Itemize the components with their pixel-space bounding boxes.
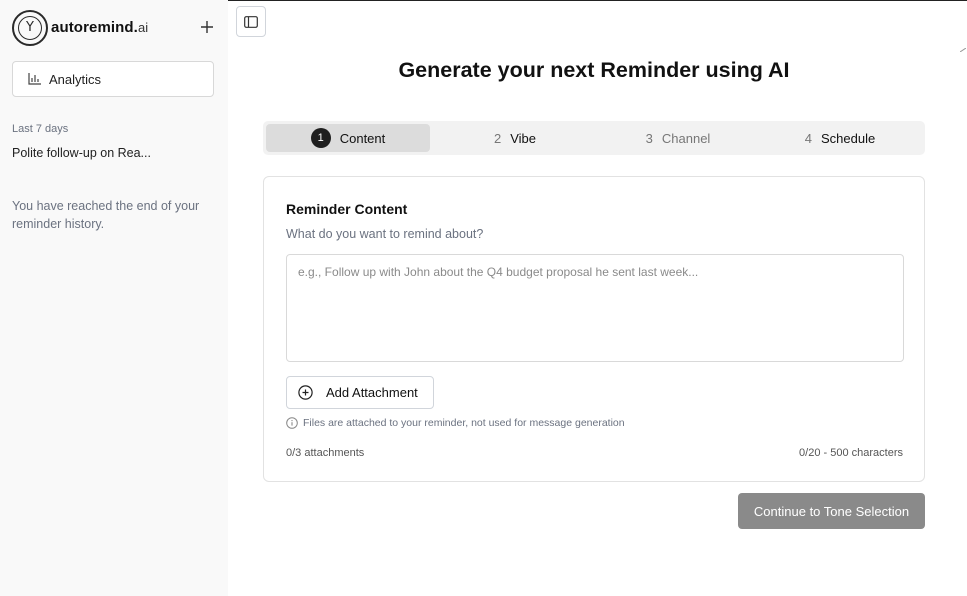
history-end-note: You have reached the end of your reminde… <box>12 199 200 231</box>
brand-logo[interactable]: Y autoremind.ai <box>12 9 148 46</box>
card-subtitle: What do you want to remind about? <box>286 227 484 241</box>
add-attachment-label: Add Attachment <box>326 385 418 400</box>
step-tab-vibe[interactable]: 2 Vibe <box>433 124 597 152</box>
info-icon <box>286 417 298 429</box>
plus-icon <box>201 21 213 33</box>
logo-icon: Y <box>12 9 48 46</box>
attachment-info-text: Files are attached to your reminder, not… <box>303 417 625 429</box>
page-title: Generate your next Reminder using AI <box>398 58 790 82</box>
bar-chart-icon <box>28 73 41 85</box>
sidebar-toggle-icon <box>244 15 258 28</box>
character-count: 0/20 - 500 characters <box>799 447 903 459</box>
attachment-count: 0/3 attachments <box>286 447 365 459</box>
card-title: Reminder Content <box>286 201 408 217</box>
sidebar-toggle-button[interactable] <box>236 6 266 37</box>
sidebar: Y autoremind.ai Analytics Last 7 days Po… <box>0 0 228 596</box>
brand-name-text: autoremind. <box>51 19 138 36</box>
top-border <box>228 0 967 1</box>
step-number: 1 <box>310 128 331 148</box>
brand-suffix: ai <box>137 20 149 35</box>
step-number: 4 <box>804 130 812 146</box>
step-number: 3 <box>645 130 653 146</box>
brand-name: autoremind.ai <box>51 19 148 36</box>
reminder-content-card: Reminder Content What do you want to rem… <box>263 176 925 482</box>
reminder-content-input[interactable] <box>286 254 904 362</box>
step-label: Content <box>339 130 386 146</box>
history-section-label: Last 7 days <box>12 123 69 135</box>
plus-circle-icon <box>298 385 313 400</box>
new-reminder-button[interactable] <box>196 16 218 38</box>
step-label: Schedule <box>821 130 876 146</box>
step-tab-content[interactable]: 1 Content <box>266 124 430 152</box>
step-label: Channel <box>661 130 711 146</box>
scroll-indicator-icon <box>960 48 966 52</box>
step-number: 2 <box>493 130 502 146</box>
step-tabs: 1 Content 2 Vibe 3 Channel 4 Schedule <box>263 121 925 155</box>
step-tab-channel[interactable]: 3 Channel <box>596 124 760 152</box>
attachment-info: Files are attached to your reminder, not… <box>286 417 625 429</box>
continue-button[interactable]: Continue to Tone Selection <box>738 493 925 529</box>
logo-letter: Y <box>18 15 42 40</box>
step-tab-schedule[interactable]: 4 Schedule <box>758 124 922 152</box>
history-item[interactable]: Polite follow-up on Rea... <box>12 146 212 160</box>
step-label: Vibe <box>510 130 537 146</box>
analytics-label: Analytics <box>49 71 102 87</box>
analytics-button[interactable]: Analytics <box>12 61 214 97</box>
add-attachment-button[interactable]: Add Attachment <box>286 376 434 409</box>
